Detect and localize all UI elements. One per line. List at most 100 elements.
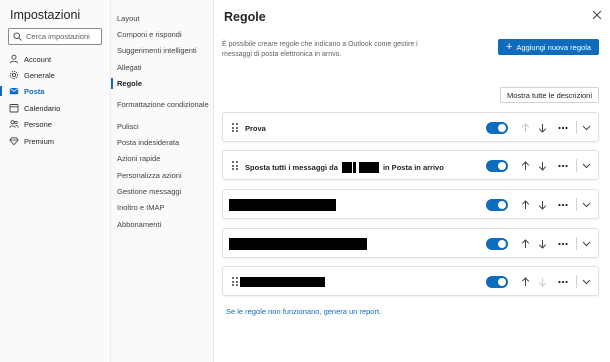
more-horizontal-icon	[558, 242, 568, 245]
subnav-item-attachments[interactable]: Allegati	[117, 63, 142, 72]
move-up-button[interactable]	[519, 237, 531, 250]
more-options-button[interactable]	[557, 237, 569, 250]
more-horizontal-icon	[558, 203, 568, 206]
category-premium[interactable]: Premium	[0, 134, 111, 148]
subnav-item-smart-suggestions[interactable]: Suggerimenti intelligenti	[117, 46, 197, 55]
settings-search-input[interactable]	[26, 32, 96, 41]
expand-button[interactable]	[580, 198, 592, 211]
subnav-item-compose[interactable]: Componi e rispondi	[117, 30, 182, 39]
arrow-up-icon	[521, 199, 529, 209]
move-down-button[interactable]	[536, 159, 548, 172]
rule-name: Prova	[245, 124, 266, 133]
move-down-button[interactable]	[536, 275, 548, 288]
drag-handle-icon[interactable]	[232, 277, 238, 286]
move-down-button[interactable]	[536, 237, 548, 250]
rule-name: Sposta tutti i messaggi da in Posta in a…	[245, 162, 444, 173]
rule-enabled-toggle[interactable]	[486, 160, 508, 172]
move-down-button[interactable]	[536, 121, 548, 134]
rule-card: Prova	[222, 112, 599, 142]
more-options-button[interactable]	[557, 121, 569, 134]
move-up-button[interactable]	[519, 198, 531, 211]
move-up-button[interactable]	[519, 159, 531, 172]
rule-name-suffix: in Posta in arrivo	[382, 163, 444, 172]
move-up-button[interactable]	[519, 275, 531, 288]
category-account[interactable]: Account	[0, 52, 111, 66]
search-icon	[13, 32, 22, 41]
subnav-item-sweep[interactable]: Pulisci	[117, 122, 139, 131]
divider	[576, 275, 577, 288]
add-rule-button[interactable]: + Aggiungi nuova regola	[498, 39, 599, 55]
chevron-down-icon	[582, 163, 590, 168]
rules-description: È possibile creare regole che indicano a…	[222, 41, 418, 58]
category-label: Persone	[24, 119, 52, 129]
arrow-up-icon	[521, 276, 529, 286]
subnav-item-customize-actions[interactable]: Personalizza azioni	[117, 171, 182, 180]
move-down-button[interactable]	[536, 198, 548, 211]
subnav-item-junk-email[interactable]: Posta indesiderata	[117, 138, 179, 147]
subnav-item-rules[interactable]: Regole	[110, 78, 142, 89]
chevron-down-icon	[582, 125, 590, 130]
generate-report-link[interactable]: Se le regole non funzionano, genera un r…	[226, 307, 381, 316]
more-options-button[interactable]	[557, 198, 569, 211]
divider	[576, 159, 577, 172]
arrow-down-icon	[538, 200, 546, 210]
redacted-block	[358, 162, 379, 173]
arrow-up-icon	[521, 238, 529, 248]
plus-icon: +	[505, 40, 513, 53]
category-label: Posta	[24, 86, 45, 96]
more-horizontal-icon	[558, 126, 568, 129]
rule-enabled-toggle[interactable]	[486, 122, 508, 134]
expand-button[interactable]	[580, 159, 592, 172]
arrow-down-icon	[538, 161, 546, 171]
more-options-button[interactable]	[557, 159, 569, 172]
subnav-item-forwarding-imap[interactable]: Inoltro e IMAP	[117, 203, 165, 212]
subnav-item-subscriptions[interactable]: Abbonamenti	[117, 220, 161, 229]
move-up-button[interactable]	[519, 121, 531, 134]
page-title: Regole	[224, 10, 266, 24]
rule-enabled-toggle[interactable]	[486, 276, 508, 288]
diamond-icon	[9, 136, 19, 146]
calendar-icon	[9, 103, 19, 113]
arrow-up-icon	[521, 122, 529, 132]
category-label: Generale	[24, 70, 55, 80]
people-icon	[9, 119, 19, 129]
expand-button[interactable]	[580, 121, 592, 134]
subnav-item-layout[interactable]: Layout	[117, 14, 140, 23]
chevron-down-icon	[582, 241, 590, 246]
rules-panel: Regole È possibile creare regole che ind…	[215, 0, 610, 362]
close-icon	[592, 10, 602, 20]
category-calendar[interactable]: Calendario	[0, 101, 111, 115]
more-horizontal-icon	[558, 164, 568, 167]
rule-enabled-toggle[interactable]	[486, 238, 508, 250]
expand-button[interactable]	[580, 275, 592, 288]
category-general[interactable]: Generale	[0, 68, 111, 82]
redacted-rule-name	[229, 238, 367, 250]
drag-handle-icon[interactable]	[232, 161, 238, 170]
category-label: Account	[24, 54, 52, 64]
person-icon	[9, 54, 19, 64]
arrow-down-icon	[538, 123, 546, 133]
subnav-item-message-handling[interactable]: Gestione messaggi	[117, 187, 181, 196]
settings-categories-pane: Impostazioni Account Generale Posta Cale…	[0, 0, 111, 362]
divider	[576, 121, 577, 134]
subnav-item-conditional-formatting[interactable]: Formattazione condizionale	[117, 100, 209, 109]
more-options-button[interactable]	[557, 275, 569, 288]
subnav-item-quick-actions[interactable]: Azioni rapide	[117, 154, 160, 163]
drag-handle-icon[interactable]	[232, 123, 238, 132]
close-button[interactable]	[591, 9, 603, 21]
show-all-descriptions-button[interactable]: Mostra tutte le descrizioni	[500, 87, 599, 103]
category-mail[interactable]: Posta	[0, 84, 111, 98]
arrow-down-icon	[538, 277, 546, 287]
rule-enabled-toggle[interactable]	[486, 199, 508, 211]
chevron-down-icon	[582, 279, 590, 284]
more-horizontal-icon	[558, 280, 568, 283]
add-rule-label: Aggiungi nuova regola	[516, 42, 592, 52]
redacted-rule-name	[240, 277, 325, 287]
expand-button[interactable]	[580, 237, 592, 250]
gear-icon	[9, 70, 19, 80]
arrow-down-icon	[538, 239, 546, 249]
divider	[576, 198, 577, 211]
rule-card	[222, 266, 599, 296]
settings-search-box[interactable]	[8, 28, 102, 45]
category-people[interactable]: Persone	[0, 117, 111, 131]
